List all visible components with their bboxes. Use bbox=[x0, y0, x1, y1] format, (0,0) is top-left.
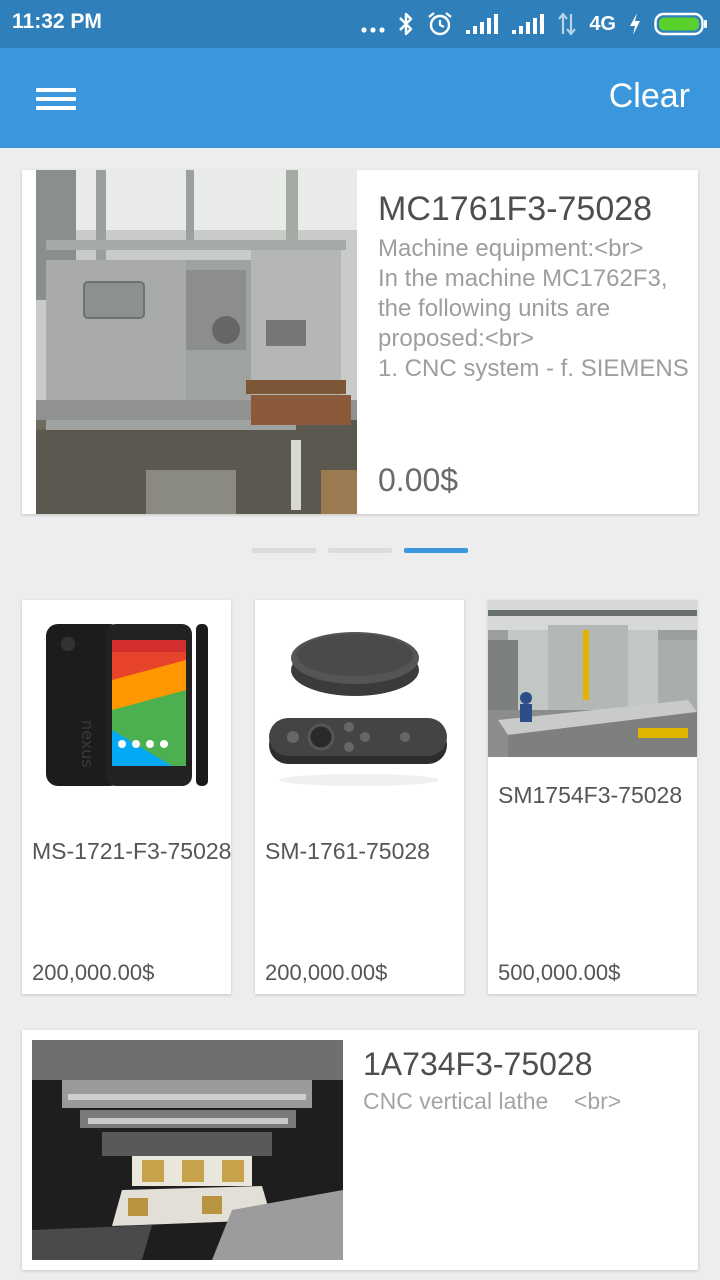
data-arrows-icon bbox=[558, 12, 577, 36]
battery-icon bbox=[654, 12, 707, 36]
featured-description-line: 1. CNC system - f. SIEMENS bbox=[378, 355, 689, 382]
status-bar: 11:32 PM 4G bbox=[0, 0, 720, 48]
alarm-icon bbox=[428, 12, 453, 36]
status-time: 11:32 PM bbox=[12, 10, 102, 33]
svg-text:nexus: nexus bbox=[78, 720, 97, 768]
app-bar: Clear bbox=[0, 48, 720, 148]
media-player-remote-image bbox=[255, 600, 464, 800]
featured-description-line: Machine equipment:<br> bbox=[378, 235, 644, 262]
featured-price: 0.00$ bbox=[378, 462, 459, 498]
product-title: SM-1761-75028 bbox=[265, 838, 430, 864]
pager-indicator[interactable] bbox=[328, 548, 392, 553]
network-type-label: 4G bbox=[589, 12, 616, 35]
pager-indicator[interactable] bbox=[252, 548, 316, 553]
product-card[interactable]: SM-1761-75028 200,000.00$ bbox=[255, 600, 464, 994]
product-price: 200,000.00$ bbox=[32, 960, 155, 985]
product-card-wide[interactable]: 1A734F3-75028 CNC vertical lathe <br> bbox=[22, 1030, 698, 1270]
cnc-lathe-machine-image bbox=[36, 170, 357, 514]
milling-tool-image bbox=[32, 1040, 343, 1260]
factory-floor-image bbox=[488, 600, 697, 757]
featured-product-card[interactable]: MC1761F3-75028 Machine equipment:<br> In… bbox=[22, 170, 698, 514]
featured-description-line: the following units are bbox=[378, 295, 611, 322]
smartphone-image: nexus bbox=[22, 600, 231, 800]
carousel-pager bbox=[252, 548, 468, 553]
bluetooth-icon bbox=[399, 12, 413, 36]
signal-icon bbox=[512, 14, 545, 34]
pager-indicator-active[interactable] bbox=[404, 548, 468, 553]
status-icons: 4G bbox=[361, 8, 708, 40]
more-dots-icon bbox=[361, 27, 385, 33]
product-price: 200,000.00$ bbox=[265, 960, 388, 985]
featured-description: Machine equipment:<br> In the machine MC… bbox=[378, 234, 690, 384]
signal-icon bbox=[466, 14, 499, 34]
product-title: SM1754F3-75028 bbox=[498, 782, 683, 808]
product-card[interactable]: SM1754F3-75028 500,000.00$ bbox=[488, 600, 697, 994]
product-title: MS-1721-F3-75028 bbox=[32, 838, 232, 864]
product-description: CNC vertical lathe <br> bbox=[363, 1088, 622, 1114]
product-price: 500,000.00$ bbox=[498, 960, 621, 985]
featured-description-line: In the machine MC1762F3, bbox=[378, 265, 668, 292]
featured-description-line: proposed:<br> bbox=[378, 325, 535, 352]
product-card[interactable]: nexus MS-1721-F3-75028 200,000.00$ bbox=[22, 600, 231, 994]
product-title: 1A734F3-75028 bbox=[363, 1046, 593, 1082]
hamburger-menu-icon[interactable] bbox=[28, 82, 84, 116]
clear-button[interactable]: Clear bbox=[609, 77, 690, 116]
featured-title: MC1761F3-75028 bbox=[378, 190, 653, 228]
charging-icon bbox=[630, 13, 640, 35]
